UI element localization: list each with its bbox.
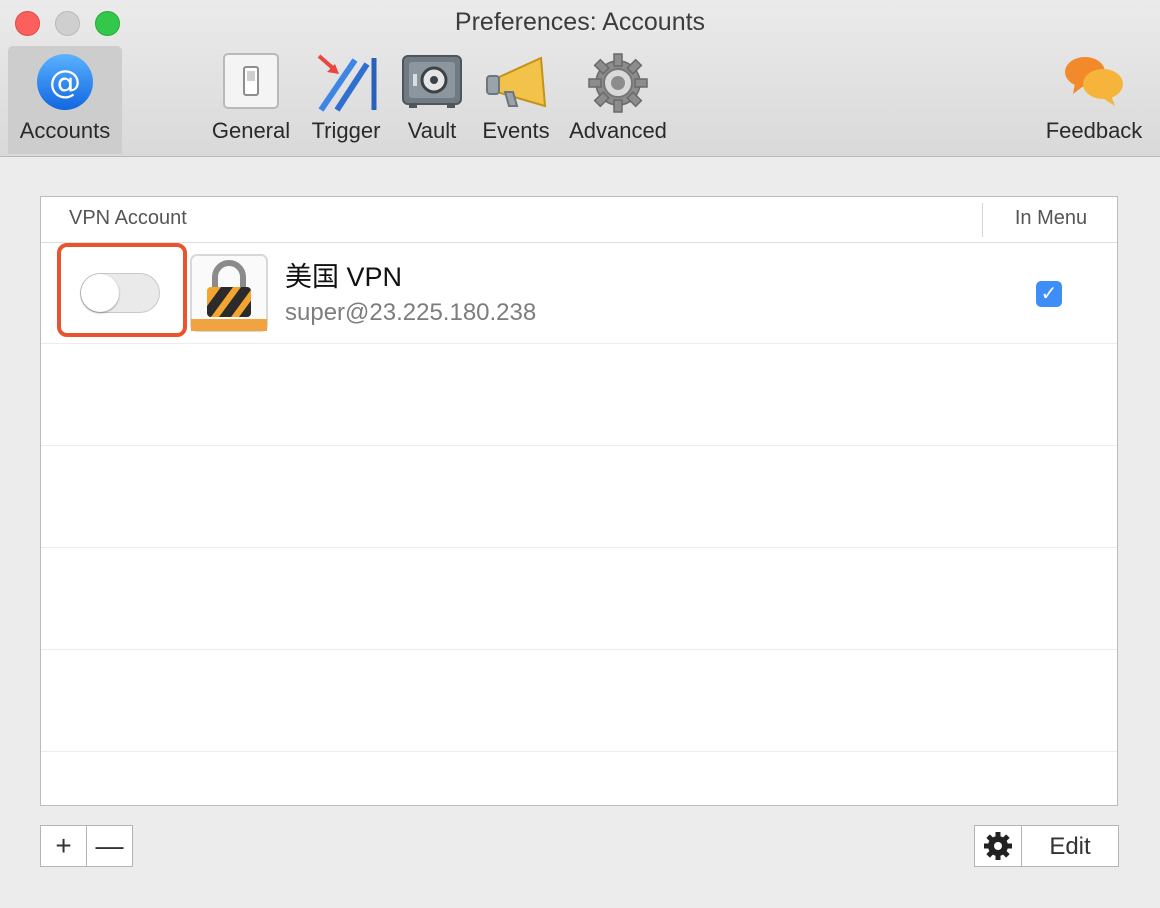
row-divider: [41, 649, 1117, 650]
row-divider: [41, 343, 1117, 344]
row-divider: [41, 445, 1117, 446]
row-divider: [41, 547, 1117, 548]
column-header-vpn-account[interactable]: VPN Account: [69, 207, 187, 230]
toolbar: Preferences: Accounts @ Accounts General…: [0, 0, 1160, 157]
toolbar-label-general: General: [211, 118, 291, 143]
toolbar-item-general[interactable]: General: [206, 46, 296, 154]
remove-account-button[interactable]: —: [86, 825, 133, 867]
edit-button[interactable]: Edit: [1021, 825, 1119, 867]
at-icon: @: [35, 52, 95, 117]
account-address: super@23.225.180.238: [285, 299, 537, 326]
action-menu-button[interactable]: [974, 825, 1022, 867]
gear-icon: [587, 52, 649, 119]
vpn-accounts-table: VPN Account In Menu 美国 VPN super@23.225.…: [40, 196, 1118, 806]
toolbar-label-trigger: Trigger: [311, 118, 381, 143]
column-header-in-menu[interactable]: In Menu: [983, 207, 1117, 230]
table-header: VPN Account In Menu: [41, 197, 1117, 243]
toolbar-item-accounts[interactable]: @ Accounts: [8, 46, 122, 154]
toggle-knob: [81, 274, 119, 312]
toolbar-label-feedback: Feedback: [1045, 118, 1143, 143]
in-menu-checkbox[interactable]: ✓: [1036, 281, 1062, 307]
account-name: 美国 VPN: [285, 262, 403, 292]
window-title: Preferences: Accounts: [454, 8, 706, 36]
megaphone-icon: [483, 52, 549, 117]
toolbar-item-trigger[interactable]: Trigger: [300, 46, 392, 154]
toolbar-label-vault: Vault: [407, 118, 457, 143]
add-account-button[interactable]: +: [40, 825, 87, 867]
toolbar-item-vault[interactable]: Vault: [396, 46, 468, 154]
vault-icon: [401, 52, 463, 115]
toolbar-item-advanced[interactable]: Advanced: [562, 46, 674, 154]
toolbar-item-feedback[interactable]: Feedback: [1040, 46, 1148, 154]
trigger-icon: [311, 52, 381, 119]
row-divider: [41, 751, 1117, 752]
svg-text:@: @: [49, 63, 81, 101]
toolbar-label-events: Events: [482, 118, 550, 143]
account-enable-toggle[interactable]: [80, 273, 160, 313]
toolbar-label-accounts: Accounts: [19, 118, 111, 143]
gear-icon: [984, 832, 1012, 860]
lock-icon: [189, 253, 269, 333]
toolbar-label-advanced: Advanced: [569, 118, 667, 143]
toolbar-item-events[interactable]: Events: [474, 46, 558, 154]
speech-bubbles-icon: [1061, 52, 1127, 115]
switch-icon: [222, 52, 280, 115]
preferences-window: Preferences: Accounts @ Accounts General…: [0, 0, 1160, 908]
